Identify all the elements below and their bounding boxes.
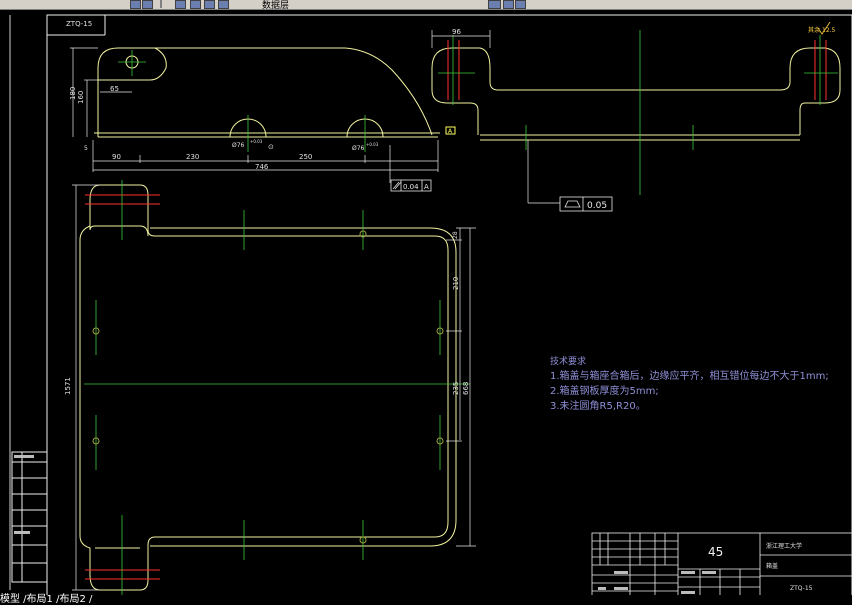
code-tag: ZTQ-15 bbox=[66, 20, 92, 28]
parallelism-datum: A bbox=[424, 183, 429, 191]
side-dim-lines bbox=[431, 30, 560, 204]
drawing-canvas[interactable]: ZTQ-15 180 160 65 5 90 230 250 746 Ø76 +… bbox=[0, 10, 852, 595]
title-drawing-no: ZTQ-15 bbox=[790, 585, 813, 592]
dim-96: 96 bbox=[452, 28, 461, 36]
dim-180: 180 bbox=[69, 87, 77, 100]
dim-1571: 1571 bbox=[64, 377, 72, 395]
dim-160: 160 bbox=[77, 91, 85, 104]
flatness-value: 0.05 bbox=[587, 201, 607, 211]
dim-hole-1: Ø76 bbox=[232, 142, 245, 149]
dim-tol-2: +0.03 bbox=[366, 142, 379, 147]
tech-req-title: 技术要求 bbox=[550, 355, 586, 367]
layer-icon[interactable] bbox=[175, 0, 186, 9]
toolbar: 数据层 bbox=[0, 0, 852, 11]
tech-req-line-2: 2.箱盖钢板厚度为5mm; bbox=[550, 384, 659, 397]
side-view-bolt-marks bbox=[447, 40, 827, 100]
roughness-label: 其余 bbox=[808, 26, 820, 34]
side-centerlines bbox=[438, 30, 838, 195]
side-view bbox=[431, 47, 841, 141]
dim-90: 90 bbox=[112, 153, 121, 161]
top-view-bolt-marks bbox=[85, 194, 160, 580]
title-material: 45 bbox=[708, 545, 723, 559]
toolbar-button-icon[interactable] bbox=[515, 0, 526, 9]
dim-210: 210 bbox=[452, 277, 460, 290]
dim-65: 65 bbox=[110, 85, 119, 93]
dim-746: 746 bbox=[255, 163, 269, 171]
dim-28: 28 bbox=[452, 231, 459, 239]
title-part-name: 箱盖 bbox=[766, 562, 778, 570]
dim-hole-2: Ø76 bbox=[352, 145, 365, 152]
dropdown-icon[interactable] bbox=[488, 0, 501, 9]
front-dim-lines bbox=[70, 47, 439, 183]
drawing-frame bbox=[46, 14, 852, 595]
layout-tabs[interactable]: 模型 /布局1 /布局2 / bbox=[0, 595, 852, 605]
toolbar-button-icon[interactable] bbox=[204, 0, 215, 9]
top-view bbox=[79, 184, 457, 591]
toolbar-separator bbox=[160, 0, 162, 8]
tech-req-line-1: 1.箱盖与箱座合箱后，边缘应平齐，相互错位每边不大于1mm; bbox=[550, 369, 829, 382]
title-school: 浙江理工大学 bbox=[766, 542, 802, 550]
toolbar-button-icon[interactable] bbox=[130, 0, 141, 9]
dim-668: 668 bbox=[462, 382, 470, 395]
toolbar-button-icon[interactable] bbox=[218, 0, 229, 9]
dim-230: 230 bbox=[186, 153, 199, 161]
toolbar-button-icon[interactable] bbox=[503, 0, 514, 9]
dim-250: 250 bbox=[299, 153, 312, 161]
toolbar-button-icon[interactable] bbox=[142, 0, 153, 9]
front-view bbox=[94, 47, 440, 138]
dim-mark: ⊙ bbox=[268, 143, 274, 151]
top-centerlines bbox=[84, 180, 470, 595]
dim-5: 5 bbox=[84, 145, 88, 152]
tech-req-line-3: 3.未注圆角R5,R20。 bbox=[550, 399, 646, 412]
dim-tol-1: +0.03 bbox=[250, 139, 263, 144]
toolbar-button-icon[interactable] bbox=[190, 0, 201, 9]
title-block bbox=[591, 532, 852, 595]
layout-tabs-label[interactable]: 模型 /布局1 /布局2 / bbox=[0, 594, 92, 605]
top-view-holes bbox=[92, 230, 444, 544]
top-dim-lines bbox=[72, 184, 476, 591]
parallelism-value: 0.04 bbox=[403, 183, 419, 191]
dim-235: 235 bbox=[452, 382, 460, 395]
